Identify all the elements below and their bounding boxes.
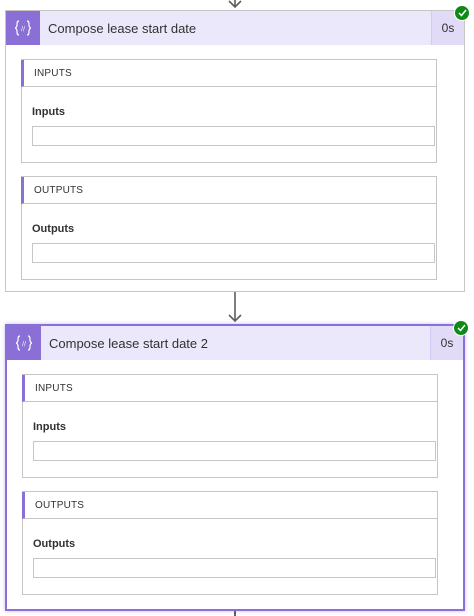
- inputs-field[interactable]: [32, 126, 435, 146]
- action-card-compose-2[interactable]: // Compose lease start date 2 0s INPUTS …: [5, 320, 469, 611]
- inputs-section[interactable]: INPUTS Inputs: [21, 59, 437, 163]
- connector-line-bottom: [234, 611, 236, 616]
- svg-text://: //: [21, 26, 26, 33]
- inputs-field-label: Inputs: [32, 106, 65, 118]
- check-circle-icon: [454, 5, 470, 21]
- outputs-section[interactable]: OUTPUTS Outputs: [21, 176, 437, 280]
- check-circle-icon: [453, 320, 469, 336]
- outputs-section[interactable]: OUTPUTS Outputs: [22, 491, 438, 595]
- inputs-section-header[interactable]: INPUTS: [21, 60, 436, 87]
- arrow-down-icon: [228, 0, 242, 9]
- outputs-field[interactable]: [32, 243, 435, 263]
- card-title: Compose lease start date 2: [49, 335, 208, 351]
- outputs-field[interactable]: [33, 558, 436, 578]
- card-header[interactable]: // Compose lease start date 0s: [6, 5, 470, 45]
- inputs-section-header[interactable]: INPUTS: [22, 375, 437, 402]
- outputs-field-label: Outputs: [32, 223, 75, 235]
- connector-arrow: [228, 292, 242, 324]
- compose-braces-icon: //: [7, 326, 41, 360]
- card-header[interactable]: // Compose lease start date 2 0s: [7, 320, 469, 360]
- svg-text://: //: [22, 341, 27, 348]
- card-title: Compose lease start date: [48, 20, 197, 36]
- arrow-down-icon: [228, 292, 242, 323]
- inputs-field[interactable]: [33, 441, 436, 461]
- action-card-compose-1[interactable]: // Compose lease start date 0s INPUTS In…: [5, 5, 470, 292]
- outputs-section-header[interactable]: OUTPUTS: [21, 177, 436, 204]
- compose-braces-icon: //: [6, 11, 40, 45]
- outputs-field-label: Outputs: [33, 538, 76, 550]
- outputs-section-header[interactable]: OUTPUTS: [22, 492, 437, 519]
- inputs-field-label: Inputs: [33, 421, 66, 433]
- inputs-section[interactable]: INPUTS Inputs: [22, 374, 438, 478]
- connector-arrow-top: [228, 0, 242, 10]
